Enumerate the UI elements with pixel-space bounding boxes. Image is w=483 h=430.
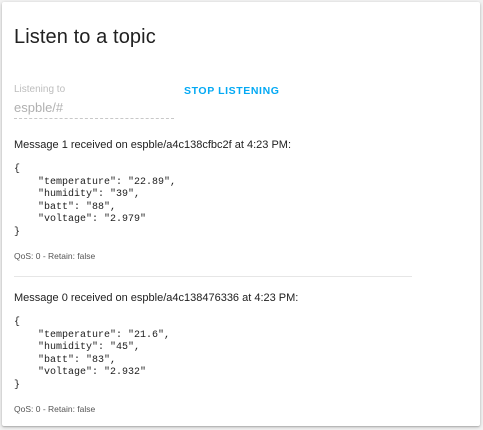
message-payload: { "temperature": "21.6", "humidity": "45…: [14, 317, 171, 391]
topic-input[interactable]: [14, 98, 174, 119]
message-item: Message 1 received on espble/a4c138cfbc2…: [14, 138, 414, 261]
listen-topic-card: Listen to a topic Listening to STOP LIST…: [2, 2, 480, 426]
message-item: Message 0 received on espble/a4c13847633…: [14, 291, 414, 414]
listening-to-label: Listening to: [14, 84, 66, 95]
card-title: Listen to a topic: [14, 26, 156, 48]
message-meta: QoS: 0 - Retain: false: [14, 251, 96, 261]
message-header: Message 1 received on espble/a4c138cfbc2…: [14, 139, 292, 151]
stop-listening-button[interactable]: STOP LISTENING: [178, 80, 286, 102]
message-payload: { "temperature": "22.89", "humidity": "3…: [14, 164, 177, 238]
message-header: Message 0 received on espble/a4c13847633…: [14, 292, 299, 304]
message-divider: [14, 276, 412, 277]
listening-to-field: Listening to: [14, 84, 176, 119]
message-meta: QoS: 0 - Retain: false: [14, 404, 96, 414]
